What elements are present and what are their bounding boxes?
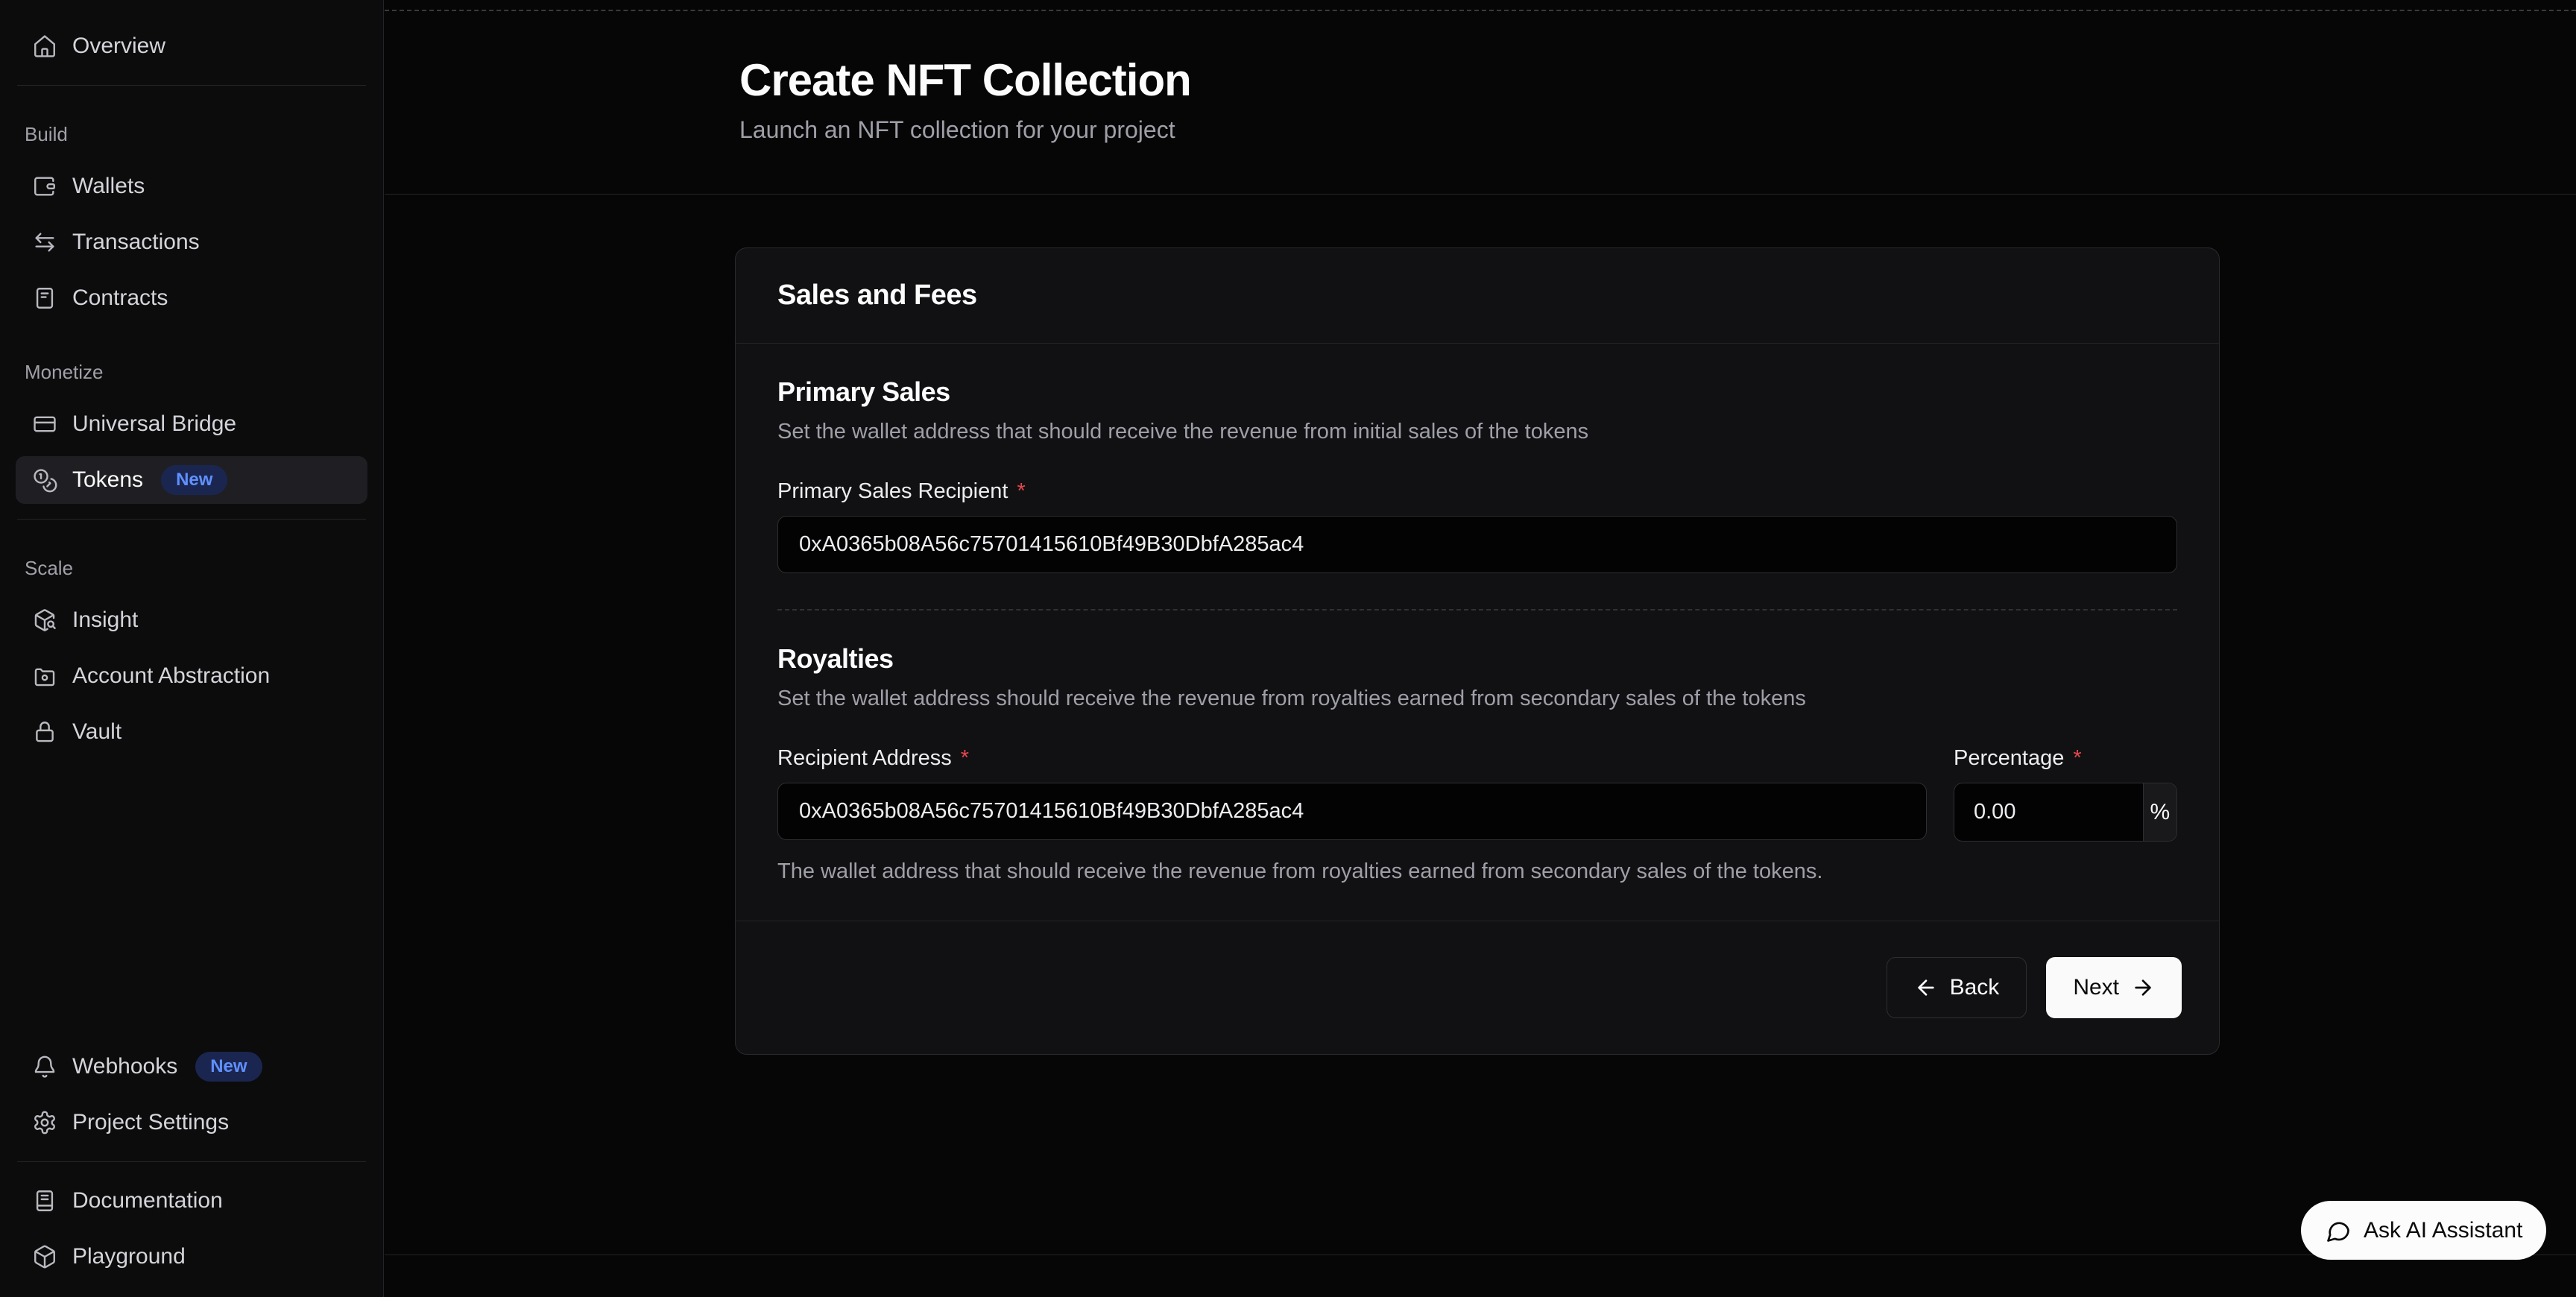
back-button[interactable]: Back [1887,957,2027,1018]
sidebar-item-label: Account Abstraction [72,663,270,689]
sidebar-item-tokens[interactable]: Tokens New [16,456,367,504]
contract-icon [32,285,57,311]
card-title: Sales and Fees [777,280,2177,312]
new-badge: New [161,465,227,495]
sidebar-item-label: Contracts [72,285,168,311]
new-badge: New [195,1052,262,1082]
arrow-left-icon [1914,976,1938,1000]
back-button-label: Back [1950,975,2000,1000]
next-button-label: Next [2073,975,2119,1000]
royalties-fields-row: Recipient Address * Percentage * % [777,712,2177,842]
primary-sales-recipient-input[interactable] [777,516,2177,573]
vault-icon [32,719,57,745]
sidebar-item-insight[interactable]: Insight [16,596,367,644]
page-header: Create NFT Collection Launch an NFT coll… [385,11,2576,195]
card-footer: Back Next [736,921,2219,1054]
primary-sales-heading: Primary Sales [777,376,2177,408]
sidebar-item-label: Webhooks [72,1054,177,1079]
recipient-address-label: Recipient Address * [777,746,1927,771]
page-title: Create NFT Collection [739,54,2576,106]
arrow-right-icon [2131,976,2155,1000]
primary-sales-recipient-label: Primary Sales Recipient * [777,479,2177,504]
sidebar-item-label: Tokens [72,467,143,493]
book-icon [32,1188,57,1214]
sidebar-item-account-abstraction[interactable]: Account Abstraction [16,652,367,700]
next-button[interactable]: Next [2046,957,2182,1018]
sidebar-item-overview[interactable]: Overview [16,22,367,70]
sidebar-item-label: Project Settings [72,1110,229,1135]
sidebar-item-vault[interactable]: Vault [16,708,367,756]
sidebar-item-universal-bridge[interactable]: Universal Bridge [16,400,367,448]
royalties-heading: Royalties [777,643,2177,675]
sidebar-item-contracts[interactable]: Contracts [16,274,367,322]
sidebar-item-label: Overview [72,34,165,59]
bell-icon [32,1054,57,1079]
royalties-description: Set the wallet address should receive th… [777,685,2177,712]
sidebar-item-label: Universal Bridge [72,411,236,437]
percentage-input[interactable] [1954,783,2143,841]
sidebar-item-label: Transactions [72,230,200,255]
sidebar-divider [17,1161,366,1162]
page-subtitle: Launch an NFT collection for your projec… [739,116,2576,144]
royalties-helper-text: The wallet address that should receive t… [777,858,2177,885]
ask-ai-assistant-label: Ask AI Assistant [2364,1218,2522,1243]
sidebar-section-monetize: Monetize [16,361,367,384]
sidebar-item-wallets[interactable]: Wallets [16,162,367,210]
account-abstraction-icon [32,663,57,689]
sidebar-item-label: Vault [72,719,121,745]
wallet-icon [32,174,57,199]
royalties-recipient-field: Recipient Address * [777,712,1927,842]
ask-ai-assistant-button[interactable]: Ask AI Assistant [2301,1201,2546,1260]
bridge-icon [32,411,57,437]
percentage-label: Percentage * [1954,746,2177,771]
chat-bubble-icon [2325,1217,2352,1244]
sidebar-section-build: Build [16,123,367,146]
sidebar-item-label: Insight [72,608,138,633]
sidebar-item-documentation[interactable]: Documentation [16,1177,367,1225]
main-content: Create NFT Collection Launch an NFT coll… [385,0,2576,1297]
royalties-section: Royalties Set the wallet address should … [736,610,2219,885]
required-asterisk: * [2073,746,2081,771]
sidebar-item-label: Documentation [72,1188,223,1214]
sidebar-item-label: Wallets [72,174,145,199]
cube-icon [32,1244,57,1269]
primary-sales-description: Set the wallet address that should recei… [777,418,2177,445]
percentage-input-group: % [1954,783,2177,842]
sidebar-item-label: Playground [72,1244,186,1269]
home-icon [32,34,57,59]
sidebar-section-scale: Scale [16,557,367,580]
royalties-percentage-field: Percentage * % [1954,712,2177,842]
card-header: Sales and Fees [736,248,2219,344]
percent-suffix: % [2143,783,2176,841]
sidebar-item-playground[interactable]: Playground [16,1233,367,1281]
sidebar-divider [17,519,366,520]
sidebar: Overview Build Wallets Transactions Cont… [0,0,384,1297]
sidebar-spacer [16,756,367,1043]
sidebar-item-project-settings[interactable]: Project Settings [16,1099,367,1146]
sidebar-divider [17,85,366,86]
primary-sales-section: Primary Sales Set the wallet address tha… [736,344,2219,610]
tokens-icon [32,467,57,493]
sidebar-item-transactions[interactable]: Transactions [16,218,367,266]
transactions-icon [32,230,57,255]
sales-and-fees-card: Sales and Fees Primary Sales Set the wal… [735,247,2220,1055]
recipient-address-input[interactable] [777,783,1927,840]
required-asterisk: * [1017,479,1025,504]
required-asterisk: * [961,746,969,771]
sidebar-item-webhooks[interactable]: Webhooks New [16,1043,367,1091]
insight-icon [32,608,57,633]
gear-icon [32,1110,57,1135]
